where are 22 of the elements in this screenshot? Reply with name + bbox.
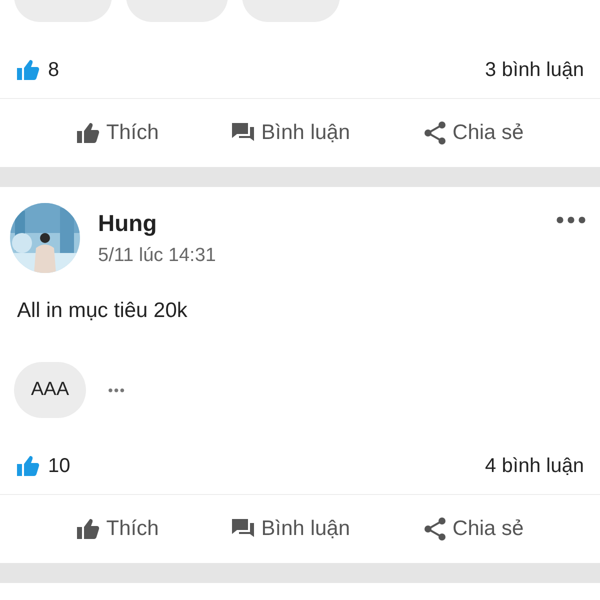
like-count: 8	[48, 58, 60, 82]
comment-button[interactable]: Bình luận	[227, 513, 354, 545]
thumbs-up-icon	[76, 517, 100, 541]
thumbs-up-icon	[16, 454, 40, 478]
share-button[interactable]: Chia sẻ	[418, 513, 528, 545]
author-name[interactable]: Hung	[98, 210, 556, 236]
like-button[interactable]: Thích	[72, 513, 163, 545]
like-button[interactable]: Thích	[72, 117, 163, 149]
more-tags-button[interactable]: •••	[100, 382, 134, 398]
share-button[interactable]: Chia sẻ	[418, 117, 528, 149]
comment-button[interactable]: Bình luận	[227, 117, 354, 149]
thumbs-up-icon	[76, 121, 100, 145]
more-icon[interactable]	[556, 216, 586, 224]
tag-chip[interactable]: AAA	[14, 362, 86, 418]
comment-count[interactable]: 4 bình luận	[485, 454, 584, 478]
thumbs-up-icon	[16, 58, 40, 82]
share-icon	[422, 517, 447, 541]
comment-count[interactable]: 3 bình luận	[485, 58, 584, 82]
like-count: 10	[48, 454, 72, 478]
post-time: 5/11 lúc 14:31	[98, 244, 217, 266]
share-icon	[422, 121, 447, 145]
post-text: All in mục tiêu 20k	[17, 299, 188, 323]
